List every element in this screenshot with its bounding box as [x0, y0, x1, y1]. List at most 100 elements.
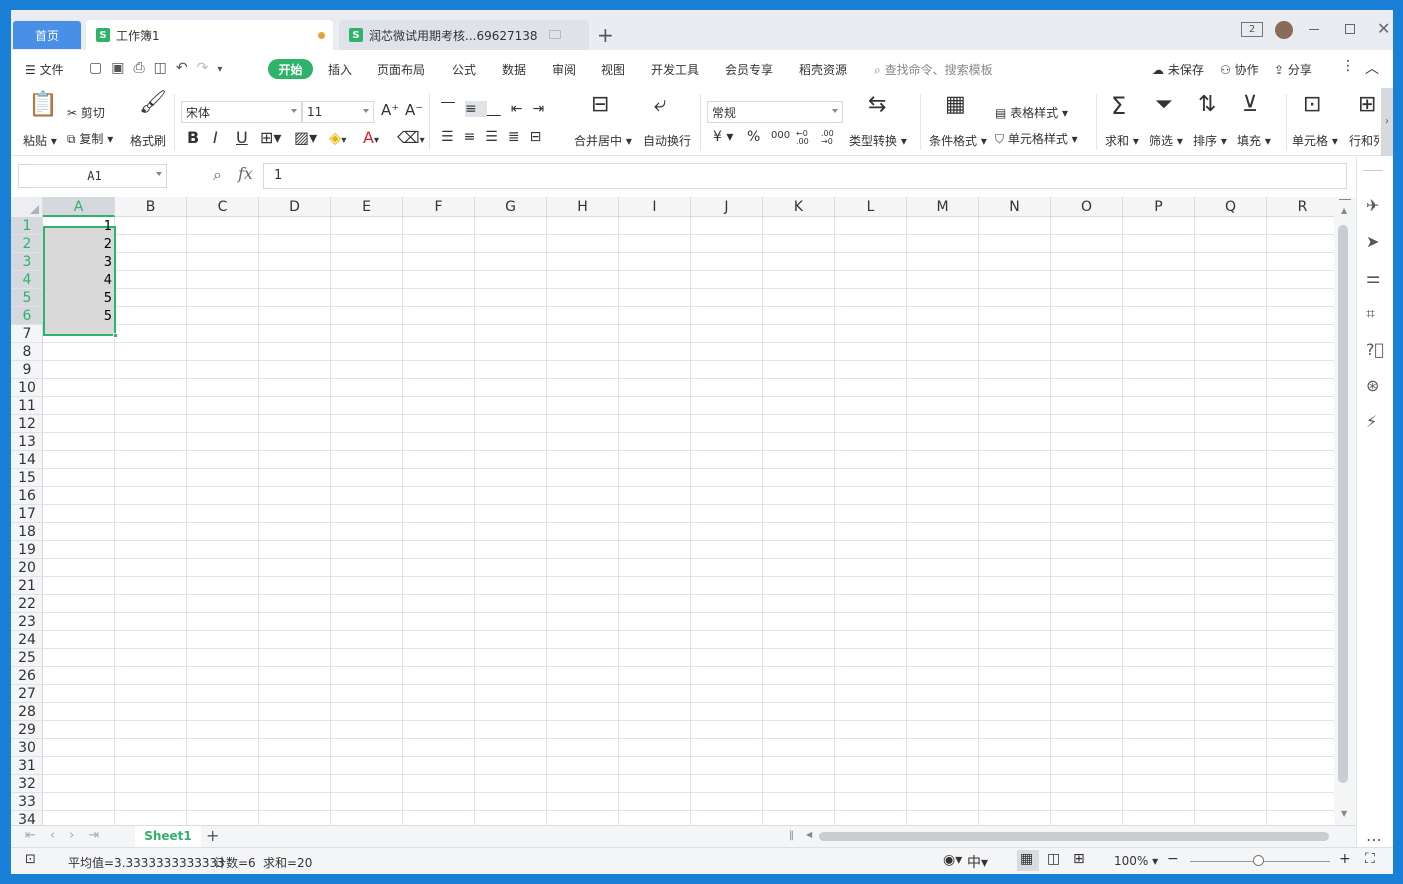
row-header-17[interactable]: 17: [11, 505, 43, 523]
preview-icon[interactable]: ◫: [154, 60, 176, 76]
sort-icon[interactable]: ⇅: [1198, 94, 1216, 116]
row-header-27[interactable]: 27: [11, 685, 43, 703]
column-header-N[interactable]: N: [979, 197, 1051, 217]
help-icon[interactable]: ?⃝: [1366, 340, 1384, 359]
sliders-icon[interactable]: ⚌: [1366, 268, 1380, 287]
select-all-corner[interactable]: [11, 197, 43, 217]
tab-home[interactable]: 首页: [13, 21, 81, 49]
row-header-26[interactable]: 26: [11, 667, 43, 685]
thousands-icon[interactable]: 000: [771, 131, 790, 141]
align-center-icon[interactable]: ≡: [464, 129, 486, 145]
column-header-H[interactable]: H: [547, 197, 619, 217]
indent-increase-icon[interactable]: ⇥: [532, 101, 554, 117]
row-header-25[interactable]: 25: [11, 649, 43, 667]
page-layout-view-icon[interactable]: ◫: [1047, 851, 1060, 867]
row-header-12[interactable]: 12: [11, 415, 43, 433]
first-sheet-icon[interactable]: ⇤: [25, 828, 50, 843]
fill-button[interactable]: 填充 ▾: [1237, 132, 1271, 149]
column-header-K[interactable]: K: [763, 197, 835, 217]
redo-icon[interactable]: ↷: [197, 60, 218, 76]
increase-decimal-icon[interactable]: ←0 .00: [796, 130, 814, 146]
copy-button[interactable]: ⧉ 复制 ▾: [67, 130, 113, 147]
more-icon[interactable]: ⋮: [1341, 58, 1355, 74]
column-header-A[interactable]: A: [43, 197, 115, 217]
menu-page-layout[interactable]: 页面布局: [377, 61, 425, 78]
spreadsheet-grid[interactable]: ABCDEFGHIJKLMNOPQR 1 2 3 4 5 6 7 8 9 10 11 12 13 14 15…: [11, 197, 1334, 825]
scroll-down-icon[interactable]: ▼: [1341, 809, 1347, 818]
row-header-9[interactable]: 9: [11, 361, 43, 379]
row-header-8[interactable]: 8: [11, 343, 43, 361]
menu-review[interactable]: 审阅: [552, 61, 576, 78]
merge-icon[interactable]: ⊟: [591, 94, 609, 116]
currency-icon[interactable]: ¥ ▾: [713, 130, 733, 144]
sort-button[interactable]: 排序 ▾: [1193, 132, 1227, 149]
zoom-in-icon[interactable]: +: [1339, 851, 1351, 867]
window-count-icon[interactable]: 2: [1241, 22, 1263, 37]
row-header-28[interactable]: 28: [11, 703, 43, 721]
cell-A4[interactable]: 4: [44, 272, 114, 290]
formula-input[interactable]: 1: [263, 163, 1347, 189]
column-header-I[interactable]: I: [619, 197, 691, 217]
align-bottom-icon[interactable]: ⎽: [487, 101, 511, 117]
font-color-icon[interactable]: A▾: [363, 130, 379, 146]
column-header-G[interactable]: G: [475, 197, 547, 217]
fill-color-icon[interactable]: ◈▾: [329, 130, 346, 146]
collab-button[interactable]: ⚇ 协作: [1220, 61, 1259, 78]
column-header-Q[interactable]: Q: [1195, 197, 1267, 217]
menu-file[interactable]: ☰ 文件: [25, 61, 64, 78]
cell-A3[interactable]: 3: [44, 254, 114, 272]
row-header-22[interactable]: 22: [11, 595, 43, 613]
vertical-scrollbar[interactable]: ▲ ▼: [1334, 197, 1356, 825]
row-header-11[interactable]: 11: [11, 397, 43, 415]
indent-decrease-icon[interactable]: ⇤: [511, 101, 533, 117]
minimize-icon[interactable]: [1309, 29, 1319, 30]
percent-icon[interactable]: %: [747, 130, 760, 144]
column-header-L[interactable]: L: [835, 197, 907, 217]
row-header-14[interactable]: 14: [11, 451, 43, 469]
row-header-32[interactable]: 32: [11, 775, 43, 793]
menu-developer[interactable]: 开发工具: [651, 61, 699, 78]
share-button[interactable]: ⇪ 分享: [1274, 61, 1312, 78]
menu-formula[interactable]: 公式: [452, 61, 476, 78]
column-header-E[interactable]: E: [331, 197, 403, 217]
eye-protect-icon[interactable]: ◉▾: [943, 852, 962, 868]
undo-icon[interactable]: ↶: [176, 60, 197, 76]
prev-sheet-icon[interactable]: ‹: [50, 828, 69, 843]
cursor-icon[interactable]: ➤: [1366, 232, 1379, 251]
cell-style-icon[interactable]: ▨▾: [294, 130, 317, 146]
cell-A5[interactable]: 5: [44, 290, 114, 308]
conditional-format-button[interactable]: 条件格式 ▾: [929, 132, 987, 149]
input-method-icon[interactable]: 中▾: [967, 852, 988, 872]
cell-A6[interactable]: 5: [44, 308, 114, 326]
italic-icon[interactable]: I: [213, 130, 218, 146]
scroll-up-icon[interactable]: ▲: [1341, 206, 1347, 215]
align-right-icon[interactable]: ☰: [485, 129, 508, 145]
save-icon[interactable]: ▢: [89, 60, 111, 76]
bold-icon[interactable]: B: [187, 130, 199, 146]
row-header-18[interactable]: 18: [11, 523, 43, 541]
row-header-4[interactable]: 4: [11, 271, 43, 289]
tab-workbook1[interactable]: S 工作簿1: [86, 20, 333, 50]
distribute-icon[interactable]: ⊟: [530, 129, 552, 145]
zoom-slider-knob[interactable]: [1253, 855, 1264, 866]
row-header-19[interactable]: 19: [11, 541, 43, 559]
row-header-1[interactable]: 1: [11, 217, 43, 235]
lightning-icon[interactable]: ⚡: [1366, 412, 1377, 431]
tab-file2[interactable]: S 润芯微试用期考核...69627138: [339, 20, 589, 50]
conditional-format-icon[interactable]: ▦: [945, 94, 966, 116]
last-sheet-icon[interactable]: ⇥: [88, 828, 113, 843]
row-header-5[interactable]: 5: [11, 289, 43, 307]
maximize-icon[interactable]: [1345, 24, 1355, 34]
ribbon-scroll-right-icon[interactable]: ›: [1381, 88, 1393, 156]
row-header-10[interactable]: 10: [11, 379, 43, 397]
row-header-31[interactable]: 31: [11, 757, 43, 775]
paste-button[interactable]: 粘贴 ▾: [23, 132, 57, 149]
split-handle-icon[interactable]: ‖: [789, 830, 794, 841]
cell-icon[interactable]: ⊡: [1303, 94, 1321, 116]
rocket-icon[interactable]: ✈: [1366, 196, 1379, 215]
page-break-view-icon[interactable]: ⊞: [1073, 851, 1085, 867]
column-header-D[interactable]: D: [259, 197, 331, 217]
eraser-icon[interactable]: ⌫▾: [397, 130, 425, 146]
export-icon[interactable]: ▣: [111, 60, 133, 76]
row-header-30[interactable]: 30: [11, 739, 43, 757]
